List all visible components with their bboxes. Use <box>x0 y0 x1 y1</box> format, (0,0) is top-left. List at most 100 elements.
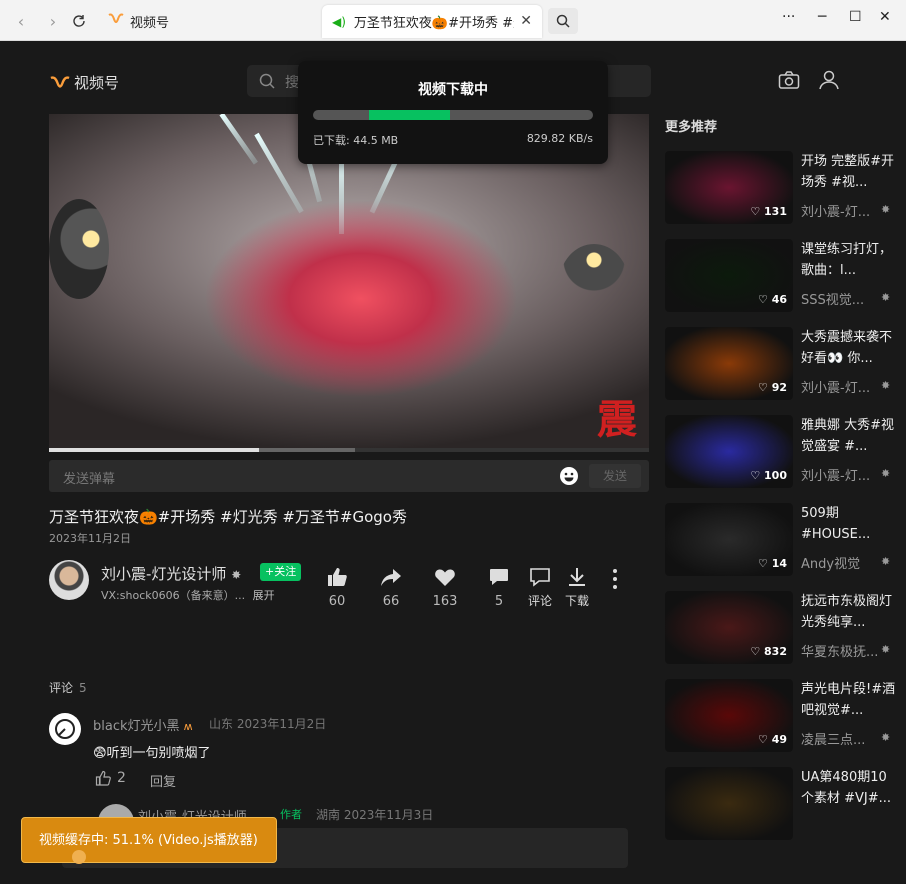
recommend-thumbnail[interactable]: ♡ 100 <box>665 415 793 488</box>
channels-badge-icon: ✸ <box>881 203 891 216</box>
recommend-thumbnail[interactable]: ♡ 14 <box>665 503 793 576</box>
recommend-title[interactable]: 509期 #HOUSE... <box>801 503 897 547</box>
video-watermark: 震 <box>597 396 637 443</box>
recommend-item[interactable]: ♡ 832 抚远市东极阁灯光秀纯享... 华夏东极抚... ✸ <box>665 591 905 664</box>
channels-badge-icon: ✸ <box>881 643 891 656</box>
share-button[interactable]: 66 <box>369 566 413 609</box>
download-speed: 829.82 KB/s <box>526 132 593 145</box>
minimize-button[interactable]: ─ <box>818 9 826 25</box>
comment-like-button[interactable]: 2 <box>95 770 126 786</box>
recommend-item[interactable]: ♡ 100 雅典娜 大秀#视觉盛宴 #... 刘小震-灯... ✸ <box>665 415 905 488</box>
thumbs-up-icon <box>328 568 347 586</box>
download-progress-fill <box>369 110 451 120</box>
recommend-item[interactable]: ♡ 46 课堂练习打灯，歌曲：l... SSS视觉... ✸ <box>665 239 905 312</box>
user-icon[interactable] <box>818 70 840 90</box>
channels-logo[interactable]: 视频号 <box>50 72 119 93</box>
verified-icon: ✸ <box>231 568 242 582</box>
recommend-thumbnail[interactable]: ♡ 131 <box>665 151 793 224</box>
recommend-views: ♡ 100 <box>750 469 787 482</box>
recommend-thumbnail[interactable]: ♡ 92 <box>665 327 793 400</box>
recommend-item[interactable]: UA第480期10个素材 #VJ#... <box>665 767 905 840</box>
recommend-author[interactable]: 刘小震-灯... <box>801 377 877 396</box>
emoji-icon[interactable] <box>559 466 579 486</box>
expand-link[interactable]: 展开 <box>253 589 275 602</box>
tab-title: 万圣节狂欢夜🎃#开场秀 #灯光 <box>353 16 514 31</box>
tab-search-button[interactable] <box>548 8 578 34</box>
recommend-item[interactable]: ♡ 14 509期 #HOUSE... Andy视觉 ✸ <box>665 503 905 576</box>
recommend-title[interactable]: 抚远市东极阁灯光秀纯享... <box>801 591 897 635</box>
more-options-icon[interactable] <box>612 568 618 590</box>
reload-icon <box>73 15 85 27</box>
recommend-header: 更多推荐 <box>665 120 718 135</box>
download-button[interactable]: 下载 <box>555 566 599 609</box>
comments-label: 评论 <box>49 681 74 695</box>
search-icon <box>259 73 275 89</box>
comment-count-button[interactable]: 5 <box>477 566 521 609</box>
light-beam <box>219 114 258 165</box>
recommend-thumbnail[interactable]: ♡ 49 <box>665 679 793 752</box>
recommend-title[interactable]: 雅典娜 大秀#视觉盛宴 #... <box>801 415 897 459</box>
light-beam <box>339 154 344 234</box>
maximize-button[interactable]: ☐ <box>849 9 862 25</box>
menu-button[interactable]: ··· <box>782 9 795 25</box>
danmaku-input[interactable]: 发送弹幕 <box>63 468 115 487</box>
cache-toast: 视频缓存中: 51.1% (Video.js播放器) <box>21 817 277 864</box>
heart-button[interactable]: 163 <box>423 566 467 609</box>
author-avatar[interactable] <box>49 560 89 600</box>
recommend-author[interactable]: SSS视觉... <box>801 289 877 308</box>
video-player[interactable]: 震 <box>49 114 649 450</box>
recommend-thumbnail[interactable]: ♡ 832 <box>665 591 793 664</box>
recommend-title[interactable]: 大秀震撼来袭不好看👀 你... <box>801 327 897 371</box>
video-date: 2023年11月2日 <box>49 532 131 545</box>
recommend-thumbnail[interactable] <box>665 767 793 840</box>
recommend-author[interactable]: Andy视觉 <box>801 553 877 572</box>
author-name[interactable]: 刘小震-灯光设计师 ✸ <box>101 563 241 584</box>
author-description: VX:shock0606（备来意）... 展开 <box>101 587 275 603</box>
comments-count: 5 <box>79 681 87 695</box>
author-desc-text: VX:shock0606（备来意）... <box>101 589 246 602</box>
comment-meta: 山东 2023年11月2日 <box>209 717 327 731</box>
channels-badge-icon: ✸ <box>881 467 891 480</box>
search-icon <box>556 14 570 28</box>
thumbs-up-outline-icon <box>95 770 111 786</box>
channels-badge-icon: ✸ <box>881 731 891 744</box>
recommend-item[interactable]: ♡ 92 大秀震撼来袭不好看👀 你... 刘小震-灯... ✸ <box>665 327 905 400</box>
follow-button[interactable]: +关注 <box>260 563 302 581</box>
recommend-item[interactable]: ♡ 49 声光电片段!#酒吧视觉#... 凌晨三点... ✸ <box>665 679 905 752</box>
chat-bubble-icon <box>490 569 508 585</box>
recommend-author[interactable]: 华夏东极抚... <box>801 641 877 660</box>
comment-like-count: 2 <box>117 770 126 786</box>
recommend-item[interactable]: ♡ 131 开场 完整版#开场秀 #视... 刘小震-灯... ✸ <box>665 151 905 224</box>
download-title: 视频下载中 <box>418 82 488 98</box>
reply-button[interactable]: 回复 <box>150 771 176 790</box>
video-title: 万圣节狂欢夜🎃#开场秀 #灯光秀 #万圣节#Gogo秀 <box>49 508 407 526</box>
forward-button[interactable]: › <box>40 8 66 34</box>
recommend-title[interactable]: 开场 完整版#开场秀 #视... <box>801 151 897 195</box>
reload-button[interactable] <box>66 8 92 34</box>
commenter-name-text: black灯光小黑 <box>93 719 180 734</box>
comment-text: 😨听到一句别喷烟了 <box>93 746 211 761</box>
back-button[interactable]: ‹ <box>8 8 34 34</box>
comment-count: 5 <box>494 594 504 609</box>
send-danmaku-button[interactable]: 发送 <box>589 464 641 488</box>
tab-close-icon[interactable]: ✕ <box>520 13 532 29</box>
like-button[interactable]: 60 <box>315 566 359 609</box>
recommend-thumbnail[interactable]: ♡ 46 <box>665 239 793 312</box>
channels-badge-icon: ✸ <box>881 555 891 568</box>
recommend-views: ♡ 14 <box>757 557 787 570</box>
recommend-author[interactable]: 刘小震-灯... <box>801 201 877 220</box>
video-progress-bar[interactable] <box>49 448 649 452</box>
tab-video[interactable]: ◀) 万圣节狂欢夜🎃#开场秀 #灯光 ✕ <box>322 5 542 38</box>
played-bar <box>49 448 259 452</box>
close-button[interactable]: ✕ <box>879 9 891 25</box>
recommend-title[interactable]: UA第480期10个素材 #VJ#... <box>801 767 897 811</box>
recommend-author[interactable]: 刘小震-灯... <box>801 465 877 484</box>
commenter-avatar[interactable] <box>49 713 81 745</box>
commenter-name[interactable]: black灯光小黑 ʍ <box>93 715 193 734</box>
recommend-title[interactable]: 声光电片段!#酒吧视觉#... <box>801 679 897 723</box>
recommend-author[interactable]: 凌晨三点... <box>801 729 877 748</box>
comment-icon <box>530 568 550 587</box>
recommend-title[interactable]: 课堂练习打灯，歌曲：l... <box>801 239 897 283</box>
camera-icon[interactable] <box>778 70 800 90</box>
speaker-icon: ◀) <box>332 14 346 29</box>
